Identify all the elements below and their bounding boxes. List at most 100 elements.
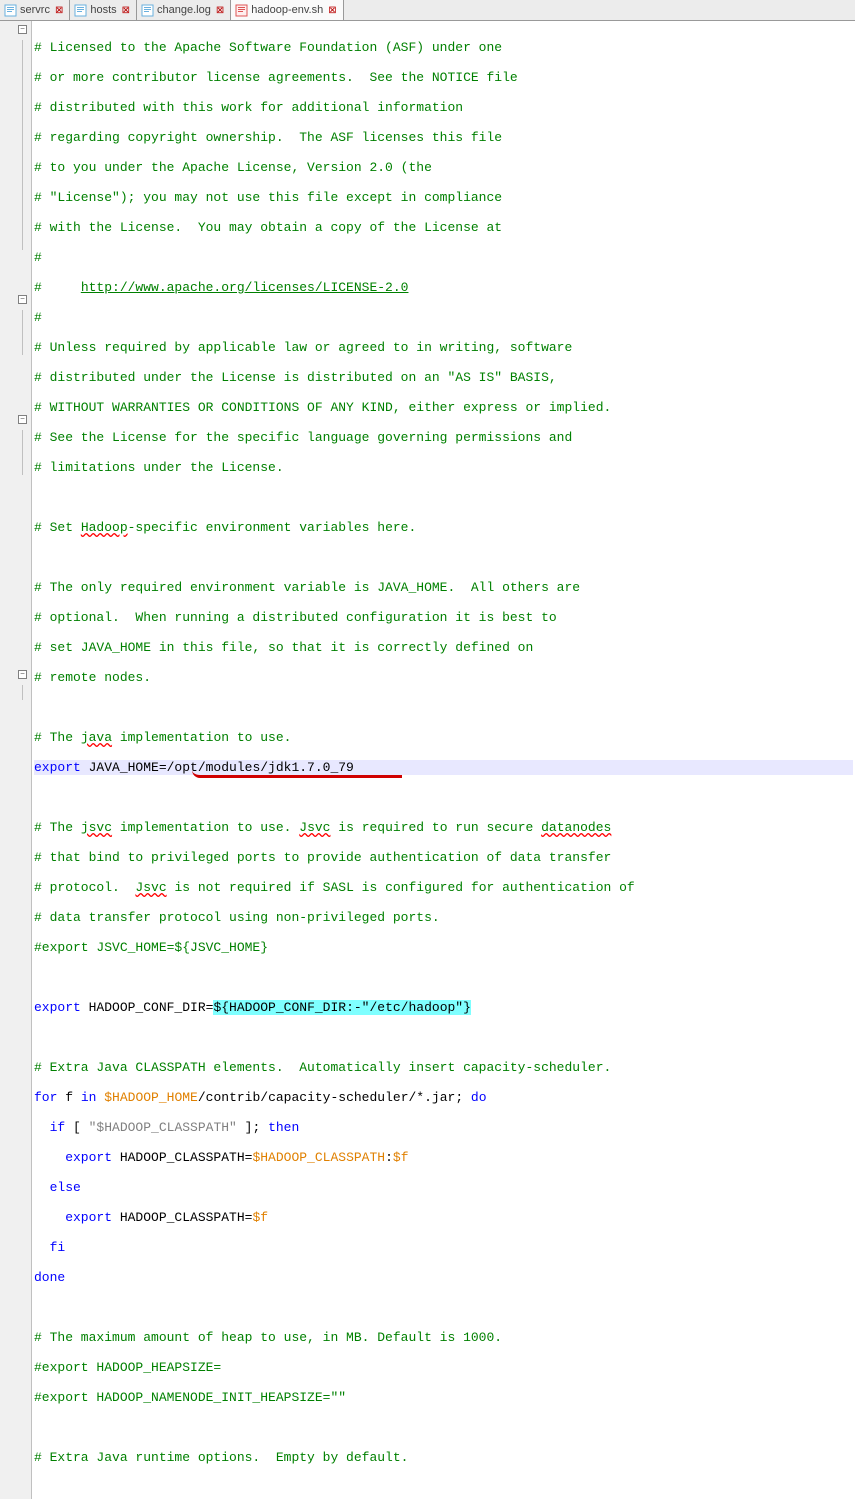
code-text: f (57, 1090, 80, 1105)
path: /contrib/capacity-scheduler/*.jar (198, 1090, 455, 1105)
code-text: # distributed under the License is distr… (34, 370, 557, 385)
code-text: # (34, 310, 42, 325)
var-name: HADOOP_CLASSPATH (112, 1150, 245, 1165)
keyword: export (34, 760, 81, 775)
code-text: # distributed with this work for additio… (34, 100, 463, 115)
file-icon (4, 4, 17, 17)
license-url: http://www.apache.org/licenses/LICENSE-2… (81, 280, 409, 295)
close-icon[interactable]: ⊠ (214, 5, 226, 16)
code-text: #export HADOOP_NAMENODE_INIT_HEAPSIZE="" (34, 1390, 346, 1405)
code-text: # Extra Java runtime options. Empty by d… (34, 1450, 408, 1465)
code-text: # (34, 280, 81, 295)
code-text: # limitations under the License. (34, 460, 284, 475)
keyword: export (34, 1150, 112, 1165)
code-text: # The (34, 730, 81, 745)
tab-hosts[interactable]: hosts ⊠ (70, 0, 137, 20)
code-text: # remote nodes. (34, 670, 151, 685)
code-text: # protocol. (34, 880, 135, 895)
tab-hadoop-env[interactable]: hadoop-env.sh ⊠ (231, 0, 343, 20)
fold-marker[interactable]: − (18, 25, 27, 34)
spell-err: Jsvc (299, 820, 330, 835)
tab-label: hadoop-env.sh (251, 4, 323, 16)
code-text: # set JAVA_HOME in this file, so that it… (34, 640, 533, 655)
red-annotation (192, 770, 402, 778)
keyword: else (34, 1180, 81, 1195)
code-text: # that bind to privileged ports to provi… (34, 850, 611, 865)
keyword: do (463, 1090, 486, 1105)
keyword: then (260, 1120, 299, 1135)
code-text: # data transfer protocol using non-privi… (34, 910, 440, 925)
variable: $f (393, 1150, 409, 1165)
var-name: HADOOP_CLASSPATH (112, 1210, 245, 1225)
spell-err: Hadoop (81, 520, 128, 535)
code-text: # Licensed to the Apache Software Founda… (34, 40, 502, 55)
highlighted-line: export JAVA_HOME=/opt/modules/jdk1.7.0_7… (34, 760, 853, 775)
tab-label: servrc (20, 4, 50, 16)
string: "$HADOOP_CLASSPATH" (89, 1120, 237, 1135)
close-icon[interactable]: ⊠ (326, 5, 338, 16)
code-text: # The maximum amount of heap to use, in … (34, 1330, 502, 1345)
variable: $HADOOP_HOME (104, 1090, 198, 1105)
keyword: fi (34, 1240, 65, 1255)
space (96, 1090, 104, 1105)
code-text: # Set (34, 520, 81, 535)
code-text: # or more contributor license agreements… (34, 70, 518, 85)
code-text: # The (34, 820, 81, 835)
fold-marker[interactable]: − (18, 670, 27, 679)
code-text: is required to run secure (330, 820, 541, 835)
code-text: implementation to use. (112, 730, 291, 745)
code-text: implementation to use. (112, 820, 299, 835)
close-icon[interactable]: ⊠ (53, 5, 65, 16)
code-text: is not required if SASL is configured fo… (167, 880, 635, 895)
code-text: # Unless required by applicable law or a… (34, 340, 572, 355)
keyword: in (81, 1090, 97, 1105)
tab-label: change.log (157, 4, 211, 16)
code-content[interactable]: # Licensed to the Apache Software Founda… (32, 21, 855, 1499)
code-text: # The only required environment variable… (34, 580, 580, 595)
variable: $HADOOP_CLASSPATH (252, 1150, 385, 1165)
gutter: − − − (0, 21, 32, 1499)
code-text: # "License"); you may not use this file … (34, 190, 502, 205)
var-name: JAVA_HOME (81, 760, 159, 775)
variable: $f (252, 1210, 268, 1225)
keyword: done (34, 1270, 65, 1285)
keyword: export (34, 1210, 112, 1225)
file-icon (74, 4, 87, 17)
var-name: HADOOP_CONF_DIR (81, 1000, 206, 1015)
code-text: [ (65, 1120, 88, 1135)
spell-err: jsvc (81, 820, 112, 835)
file-icon (141, 4, 154, 17)
tab-servrc[interactable]: servrc ⊠ (0, 0, 70, 20)
semi: ; (252, 1120, 260, 1135)
code-text: # regarding copyright ownership. The ASF… (34, 130, 502, 145)
code-text: #export JSVC_HOME=${JSVC_HOME} (34, 940, 268, 955)
code-text: # to you under the Apache License, Versi… (34, 160, 432, 175)
spell-err: datanodes (541, 820, 611, 835)
code-text: # WITHOUT WARRANTIES OR CONDITIONS OF AN… (34, 400, 611, 415)
tab-change-log[interactable]: change.log ⊠ (137, 0, 231, 20)
colon: : (385, 1150, 393, 1165)
tab-bar: servrc ⊠ hosts ⊠ change.log ⊠ hadoop-env… (0, 0, 855, 21)
semi: ; (455, 1090, 463, 1105)
fold-marker[interactable]: − (18, 415, 27, 424)
code-text: # (34, 250, 42, 265)
code-text: # Extra Java CLASSPATH elements. Automat… (34, 1060, 611, 1075)
close-icon[interactable]: ⊠ (120, 5, 132, 16)
editor-area: − − − (0, 21, 855, 1499)
keyword: export (34, 1000, 81, 1015)
keyword: for (34, 1090, 57, 1105)
var-value-highlighted: ${HADOOP_CONF_DIR:-"/etc/hadoop"} (213, 1000, 470, 1015)
fold-marker[interactable]: − (18, 295, 27, 304)
code-text: # See the License for the specific langu… (34, 430, 572, 445)
tab-label: hosts (90, 4, 116, 16)
code-text: #export HADOOP_HEAPSIZE= (34, 1360, 221, 1375)
eq: = (245, 1150, 253, 1165)
spell-err: Jsvc (135, 880, 166, 895)
code-text: ] (237, 1120, 253, 1135)
code-text: -specific environment variables here. (128, 520, 417, 535)
code-text: # with the License. You may obtain a cop… (34, 220, 502, 235)
keyword: if (34, 1120, 65, 1135)
code-text: # optional. When running a distributed c… (34, 610, 557, 625)
spell-err: java (81, 730, 112, 745)
file-icon (235, 4, 248, 17)
